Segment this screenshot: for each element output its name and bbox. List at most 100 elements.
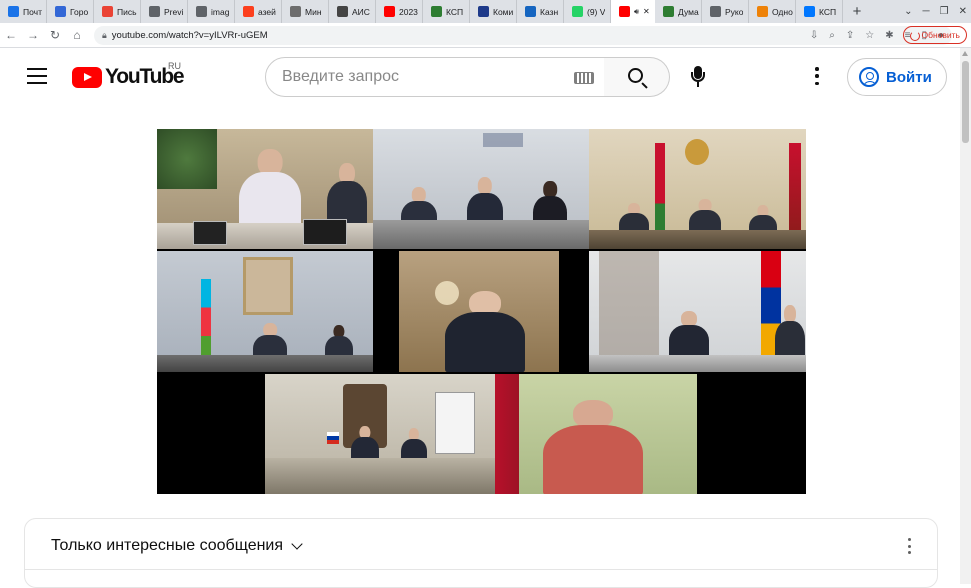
- tab-search-icon[interactable]: ⌄: [904, 6, 912, 17]
- settings-more-icon[interactable]: [815, 67, 819, 85]
- tab-title: 2023: [399, 6, 418, 17]
- forward-icon[interactable]: →: [22, 28, 44, 42]
- extensions-icon[interactable]: ✱: [885, 30, 893, 41]
- country-code: RU: [168, 61, 181, 71]
- scrollbar-thumb[interactable]: [962, 61, 969, 143]
- browser-tab[interactable]: Руко: [702, 0, 749, 23]
- tab-title: Мин: [305, 6, 322, 17]
- globe-icon: [149, 6, 160, 17]
- browser-tab[interactable]: Previ: [141, 0, 188, 23]
- chat-more-icon[interactable]: [907, 538, 911, 554]
- ok-icon: [757, 6, 768, 17]
- tab-title: АИС: [352, 6, 370, 17]
- video-tile-8: [495, 374, 697, 494]
- scroll-up-icon[interactable]: [962, 51, 968, 56]
- tab-title: imag: [211, 6, 230, 17]
- sign-in-label: Войти: [886, 68, 932, 86]
- bookmark-star-icon[interactable]: ☆: [865, 30, 874, 41]
- site-icon: [431, 6, 442, 17]
- live-chat-panel: Только интересные сообщения: [24, 518, 938, 588]
- site-icon: [710, 6, 721, 17]
- browser-toolbar: ← → ↻ ⌂ 🔒︎ youtube.com/watch?v=yILVRr-uG…: [0, 23, 971, 48]
- url-text: youtube.com/watch?v=yILVRr-uGEM: [111, 29, 268, 41]
- browser-tab[interactable]: Почт: [0, 0, 47, 23]
- whatsapp-icon: [572, 6, 583, 17]
- browser-tab[interactable]: Одно: [749, 0, 796, 23]
- menu-icon[interactable]: [27, 68, 47, 84]
- video-tile-5: [399, 251, 559, 372]
- keyboard-icon[interactable]: [574, 72, 594, 84]
- globe-icon: [196, 6, 207, 17]
- restore-icon[interactable]: ❐: [940, 6, 949, 17]
- microphone-icon[interactable]: [690, 66, 706, 88]
- youtube-play-icon: [72, 66, 102, 88]
- youtube-icon: [384, 6, 395, 17]
- emblem-icon: [290, 6, 301, 17]
- browser-tab[interactable]: (9) V: [564, 0, 611, 23]
- tab-title: КСП: [819, 6, 837, 17]
- youtube-logo[interactable]: YouTube: [72, 65, 185, 89]
- page-scrollbar[interactable]: [960, 48, 971, 584]
- browser-tab[interactable]: Дума: [655, 0, 702, 23]
- video-player[interactable]: [157, 129, 806, 494]
- video-tile-6: [589, 251, 806, 372]
- tab-title: Previ: [164, 6, 184, 17]
- minimize-icon[interactable]: ─: [923, 6, 930, 17]
- chat-mode-label: Только интересные сообщения: [51, 537, 284, 554]
- install-icon[interactable]: ⇩: [810, 30, 818, 41]
- browser-tab[interactable]: Коми: [470, 0, 517, 23]
- share-icon[interactable]: ⇪: [846, 30, 854, 41]
- video-tile-1: [157, 129, 373, 249]
- tab-title: азей: [258, 6, 276, 17]
- yandex-icon: [243, 6, 254, 17]
- browser-tab[interactable]: АИС: [329, 0, 376, 23]
- sign-in-button[interactable]: Войти: [847, 58, 947, 96]
- youtube-icon: [619, 6, 630, 17]
- window-controls: ⌄ ─ ❐ ✕: [904, 0, 967, 23]
- browser-tab[interactable]: Казн: [517, 0, 564, 23]
- chat-mode-dropdown[interactable]: Только интересные сообщения: [51, 537, 303, 555]
- video-tile-7: [265, 374, 495, 494]
- emblem-icon: [337, 6, 348, 17]
- reload-icon[interactable]: ↻: [44, 28, 66, 42]
- account-icon: [859, 67, 879, 87]
- tab-title: (9) V: [587, 6, 606, 17]
- browser-tab[interactable]: азей: [235, 0, 282, 23]
- browser-tab[interactable]: Горо: [47, 0, 94, 23]
- tab-title: Одно: [772, 6, 793, 17]
- site-icon: [525, 6, 536, 17]
- browser-tab[interactable]: Мин: [282, 0, 329, 23]
- update-button[interactable]: Обновить: [902, 26, 967, 44]
- browser-tab[interactable]: КСП: [796, 0, 843, 23]
- close-tab-icon[interactable]: ✕: [643, 7, 650, 16]
- mail-icon: [8, 6, 19, 17]
- site-icon: [478, 6, 489, 17]
- site-icon: [663, 6, 674, 17]
- search-input[interactable]: Введите запрос: [265, 57, 605, 97]
- new-tab-button[interactable]: +: [843, 0, 871, 23]
- tab-title: Пись: [117, 6, 137, 17]
- video-tile-2: [373, 129, 589, 249]
- back-icon[interactable]: ←: [0, 28, 22, 42]
- browser-tab[interactable]: imag: [188, 0, 235, 23]
- search-button[interactable]: [604, 57, 670, 97]
- close-window-icon[interactable]: ✕: [959, 6, 967, 17]
- browser-tab[interactable]: Пись: [94, 0, 141, 23]
- search-placeholder: Введите запрос: [282, 68, 399, 85]
- audio-playing-icon[interactable]: 🔊︎: [634, 7, 639, 17]
- browser-tab-strip: Почт Горо Пись Previ imag азей Мин АИС 2023 КСП Ко…: [0, 0, 971, 23]
- browser-tab[interactable]: 2023: [376, 0, 423, 23]
- search-icon: [628, 68, 643, 83]
- zoom-icon[interactable]: ⌕: [829, 30, 835, 41]
- address-bar[interactable]: 🔒︎ youtube.com/watch?v=yILVRr-uGEM ⇩ ⌕ ⇪…: [94, 25, 952, 45]
- home-icon[interactable]: ⌂: [66, 28, 88, 42]
- browser-tab[interactable]: КСП: [423, 0, 470, 23]
- tab-title: Дума: [678, 6, 699, 17]
- tab-title: Казн: [540, 6, 559, 17]
- tab-title: Коми: [493, 6, 514, 17]
- browser-tab[interactable]: 🔊︎ ✕: [611, 0, 655, 23]
- video-tile-3: [589, 129, 806, 249]
- lock-icon: 🔒︎: [102, 29, 107, 40]
- chevron-down-icon: [291, 537, 303, 550]
- youtube-header: YouTube RU Введите запрос Войти: [0, 48, 960, 104]
